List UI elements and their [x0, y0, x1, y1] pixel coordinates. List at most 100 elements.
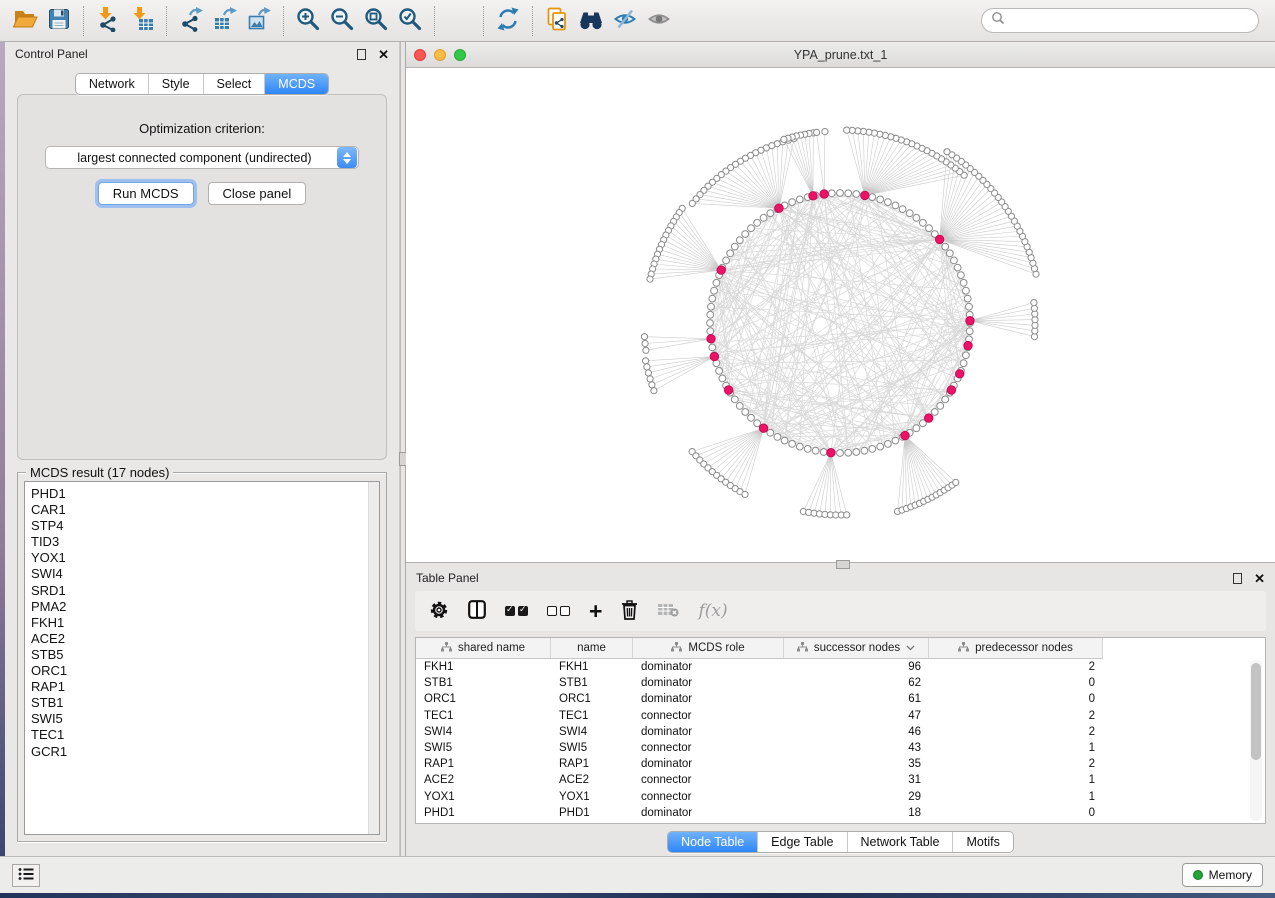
find-button[interactable] [574, 3, 608, 39]
mcds-result-item[interactable]: SRD1 [25, 583, 379, 599]
table-row[interactable]: ORC1ORC1dominator610 [416, 691, 1103, 707]
refresh-button[interactable] [491, 3, 525, 39]
clone-network-button[interactable] [540, 3, 574, 39]
close-panel-icon[interactable]: ✕ [1254, 572, 1265, 585]
mcds-result-item[interactable]: STB5 [25, 647, 379, 663]
mcds-result-item[interactable]: ACE2 [25, 631, 379, 647]
mcds-result-item[interactable]: FKH1 [25, 615, 379, 631]
mcds-result-item[interactable]: RAP1 [25, 679, 379, 695]
table-row[interactable]: SWI4SWI4dominator462 [416, 724, 1103, 740]
show-elements-button[interactable] [642, 3, 676, 39]
import-table-button[interactable] [125, 3, 159, 39]
tab-node-table[interactable]: Node Table [668, 832, 757, 852]
memory-button[interactable]: Memory [1182, 863, 1263, 887]
mcds-result-item[interactable]: GCR1 [25, 744, 379, 760]
column-header-predecessor-nodes[interactable]: predecessor nodes [929, 638, 1103, 658]
table-cell: 62 [784, 677, 929, 689]
run-mcds-button[interactable]: Run MCDS [98, 182, 194, 205]
column-header-name[interactable]: name [551, 638, 633, 658]
table-scrollbar[interactable] [1250, 660, 1262, 821]
column-header-shared-name[interactable]: shared name [416, 638, 551, 658]
tab-mcds[interactable]: MCDS [264, 74, 328, 94]
table-row[interactable]: FKH1FKH1dominator962 [416, 659, 1103, 675]
delete-column-button[interactable] [621, 600, 638, 623]
export-image-button[interactable] [242, 3, 276, 39]
float-panel-icon[interactable] [357, 49, 366, 60]
zoom-fit-button[interactable] [359, 3, 393, 39]
toolbar-separator [283, 6, 284, 36]
add-column-button[interactable]: + [589, 601, 602, 621]
float-panel-icon[interactable] [1233, 573, 1242, 584]
column-header-successor-nodes[interactable]: successor nodes [784, 638, 929, 658]
table-cell: 46 [784, 726, 929, 738]
import-network-button[interactable] [91, 3, 125, 39]
mcds-result-item[interactable]: PMA2 [25, 599, 379, 615]
mcds-result-item[interactable]: SWI5 [25, 711, 379, 727]
table-row[interactable]: PHD1PHD1dominator180 [416, 805, 1103, 821]
table-cell: 2 [929, 661, 1103, 673]
mcds-result-item[interactable]: CAR1 [25, 502, 379, 518]
close-window-button[interactable] [414, 49, 426, 61]
tab-motifs[interactable]: Motifs [952, 832, 1012, 852]
task-history-button[interactable] [12, 864, 40, 887]
mcds-result-item[interactable]: YOX1 [25, 550, 379, 566]
mcds-result-item[interactable]: SWI4 [25, 566, 379, 582]
splitter-handle[interactable] [836, 560, 850, 569]
mcds-result-item[interactable]: TID3 [25, 534, 379, 550]
tab-network[interactable]: Network [76, 74, 148, 94]
close-panel-button[interactable]: Close panel [208, 182, 307, 205]
deselect-all-button[interactable] [547, 606, 570, 616]
save-session-icon [46, 6, 72, 35]
tab-network-table[interactable]: Network Table [847, 832, 953, 852]
mcds-result-item[interactable]: STP4 [25, 518, 379, 534]
tab-style[interactable]: Style [148, 74, 203, 94]
mcds-result-item[interactable]: PHD1 [25, 482, 379, 502]
delete-table-button[interactable] [657, 602, 679, 620]
maximize-window-button[interactable] [454, 49, 466, 61]
open-session-button[interactable] [8, 3, 42, 39]
mcds-result-item[interactable]: ORC1 [25, 663, 379, 679]
gear-button[interactable] [429, 600, 449, 623]
criterion-dropdown[interactable]: largest connected component (undirected) [45, 146, 359, 169]
table-toolbar: + f(x) [415, 591, 1266, 631]
table-row[interactable]: TEC1TEC1connector472 [416, 708, 1103, 724]
columns-button[interactable] [468, 600, 486, 622]
close-panel-icon[interactable]: ✕ [378, 48, 389, 61]
network-graph [406, 68, 1275, 562]
column-header-mcds-role[interactable]: MCDS role [633, 638, 784, 658]
zoom-in-button[interactable] [291, 3, 325, 39]
table-row[interactable]: ACE2ACE2connector311 [416, 772, 1103, 788]
table-cell: ACE2 [416, 774, 551, 786]
minimize-window-button[interactable] [434, 49, 446, 61]
search-input[interactable] [1005, 14, 1249, 28]
toolbar-separator [483, 6, 484, 36]
select-all-button[interactable] [505, 606, 528, 616]
node-table: shared namenameMCDS rolesuccessor nodesp… [415, 637, 1266, 824]
zoom-out-button[interactable] [325, 3, 359, 39]
table-cell: 29 [784, 791, 929, 803]
clone-network-icon [544, 6, 570, 35]
table-row[interactable]: RAP1RAP1dominator352 [416, 756, 1103, 772]
table-scrollbar-thumb[interactable] [1251, 663, 1261, 760]
sort-chevron-icon [906, 642, 915, 654]
table-row[interactable]: YOX1YOX1connector291 [416, 789, 1103, 805]
hide-elements-button[interactable] [608, 3, 642, 39]
table-row[interactable]: SWI5SWI5connector431 [416, 740, 1103, 756]
table-cell: 31 [784, 774, 929, 786]
horizontal-splitter[interactable] [406, 562, 1275, 568]
mcds-result-item[interactable]: STB1 [25, 695, 379, 711]
result-list-scrollbar[interactable] [368, 482, 379, 834]
table-row[interactable]: STB1STB1dominator620 [416, 675, 1103, 691]
export-table-button[interactable] [208, 3, 242, 39]
zoom-selected-button[interactable] [393, 3, 427, 39]
tab-edge-table[interactable]: Edge Table [757, 832, 846, 852]
zoom-out-icon [329, 6, 355, 35]
mcds-result-item[interactable]: TEC1 [25, 727, 379, 743]
save-session-button[interactable] [42, 3, 76, 39]
function-builder-button[interactable]: f(x) [698, 601, 727, 621]
network-canvas[interactable] [406, 68, 1275, 562]
tab-select[interactable]: Select [203, 74, 265, 94]
export-table-icon [212, 6, 238, 35]
search-icon [991, 11, 1005, 30]
export-network-button[interactable] [174, 3, 208, 39]
